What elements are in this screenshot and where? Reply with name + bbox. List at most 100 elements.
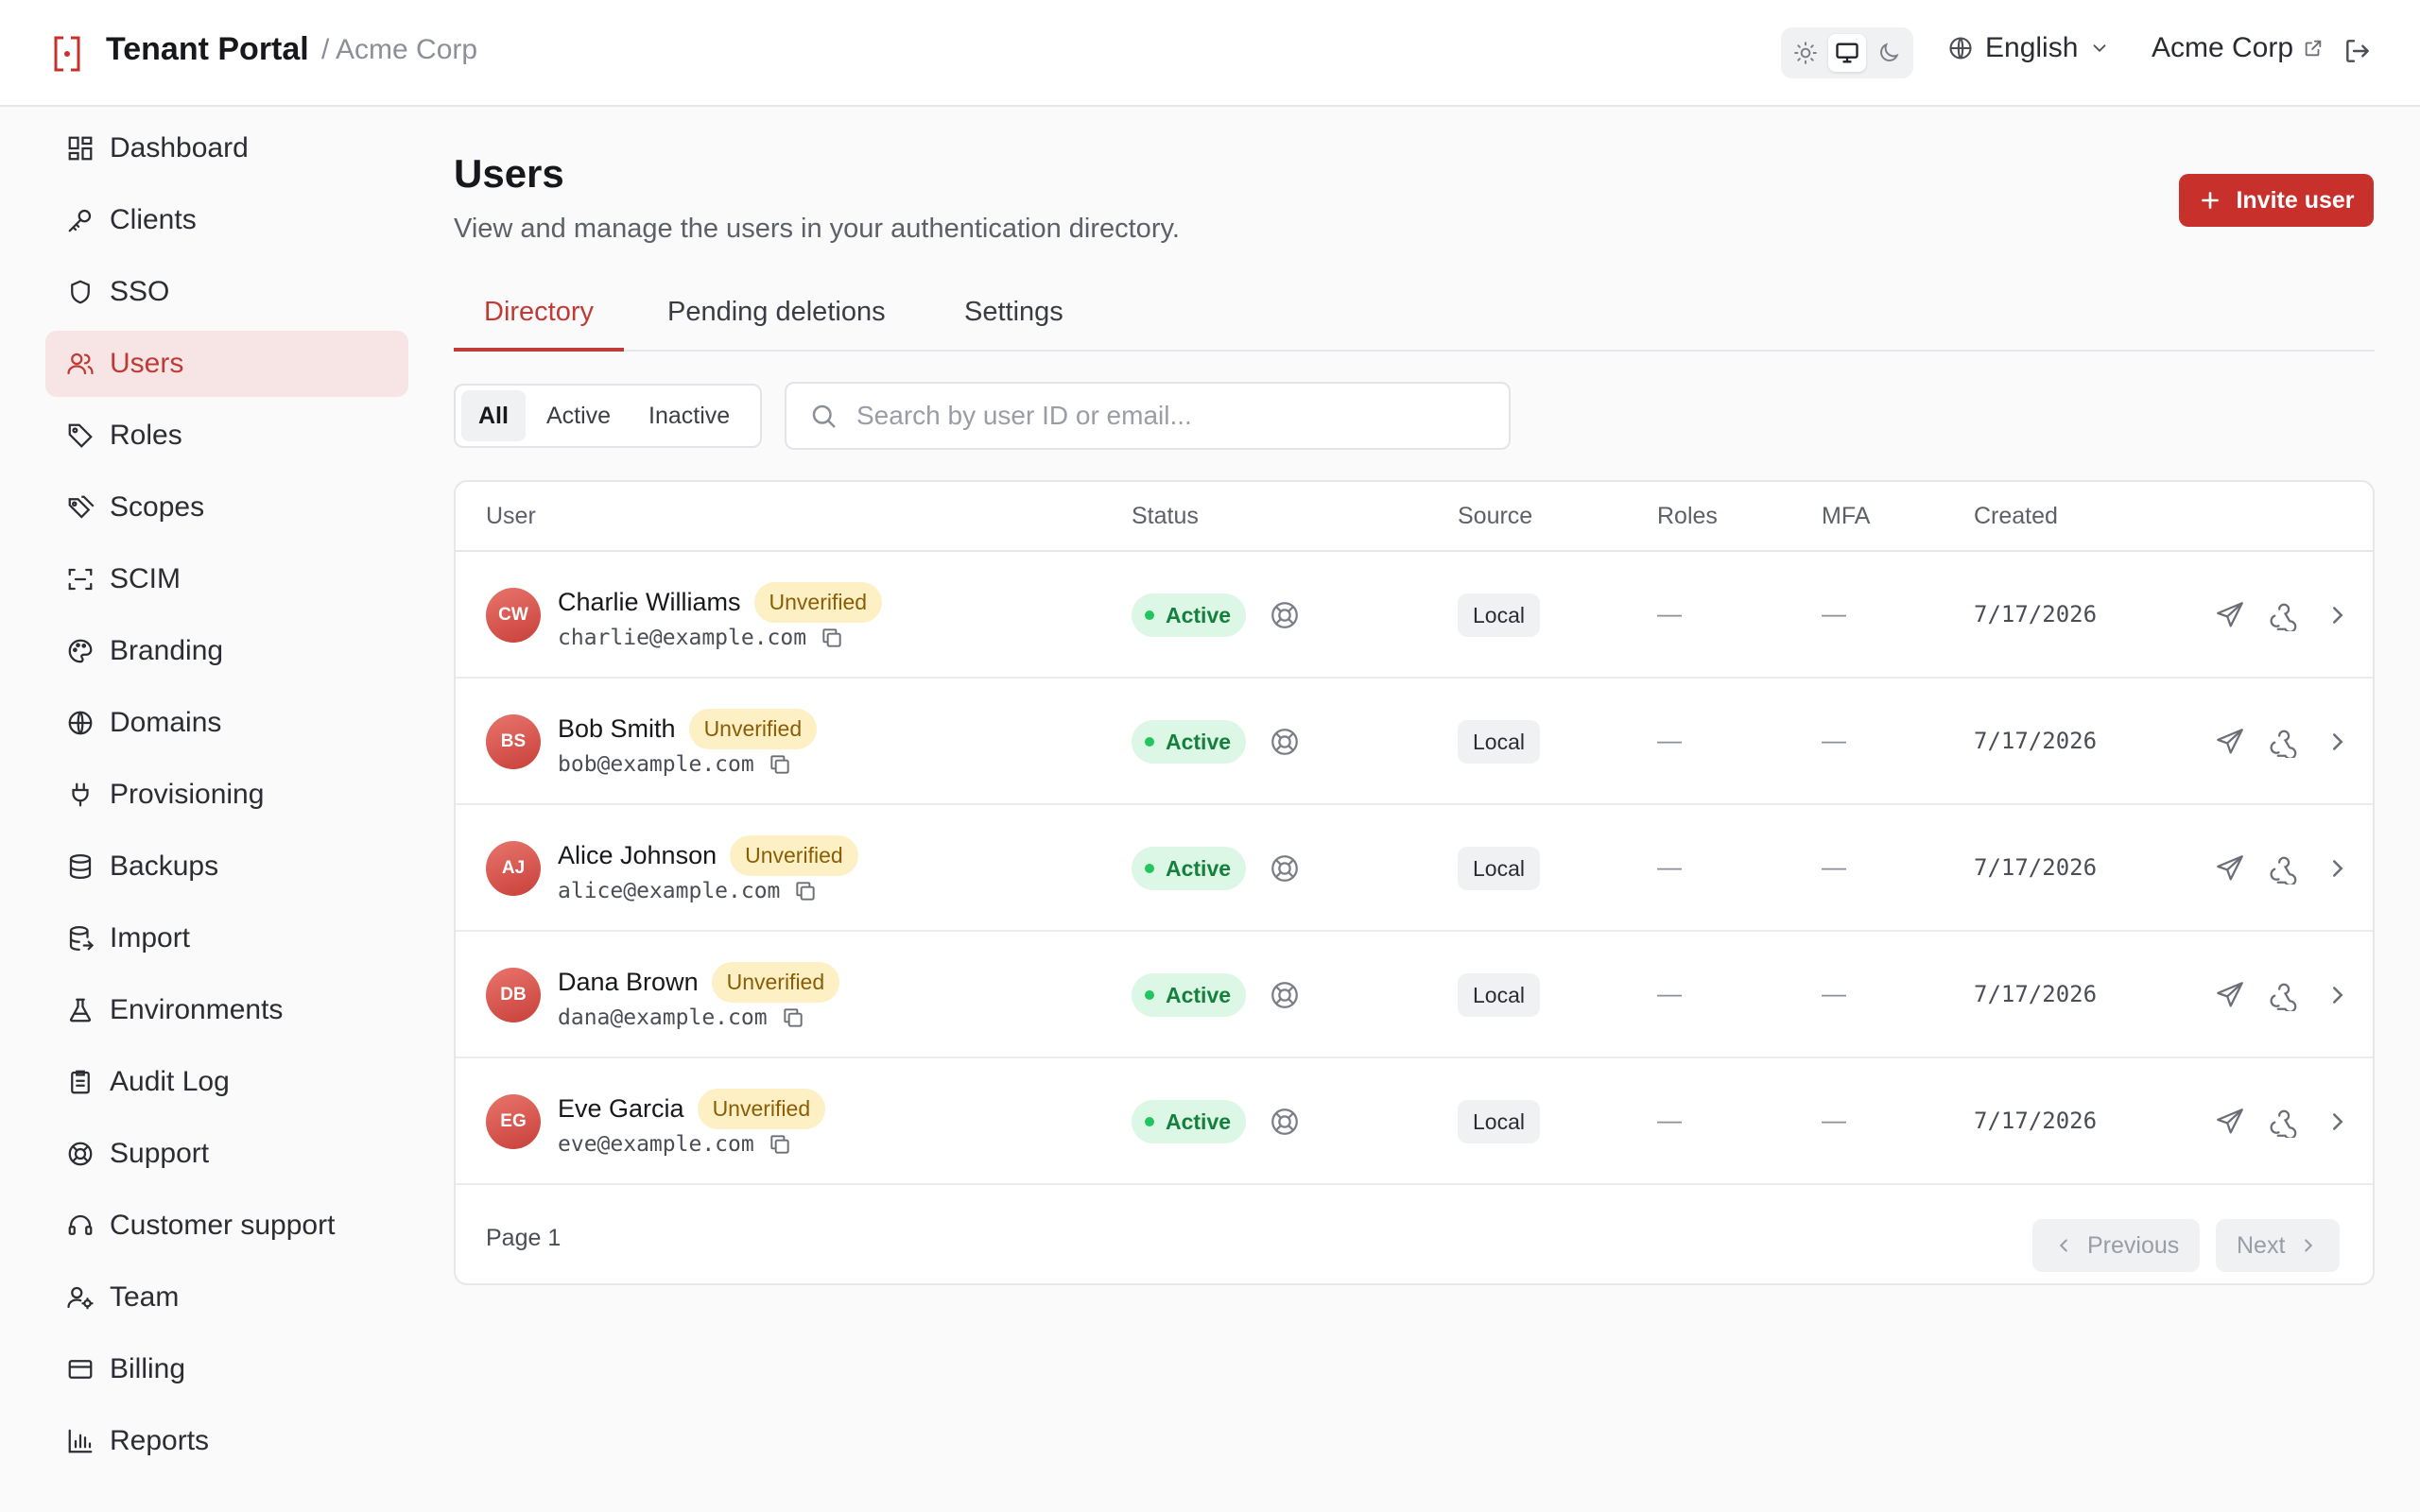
sidebar-item-team[interactable]: Team bbox=[45, 1264, 408, 1331]
sidebar-item-sso[interactable]: SSO bbox=[45, 259, 408, 325]
table-row[interactable]: BS Bob Smith Unverified bob@example.com … bbox=[456, 679, 2373, 805]
sidebar-item-support[interactable]: Support bbox=[45, 1121, 408, 1187]
webhook-icon[interactable] bbox=[2266, 979, 2298, 1011]
theme-dark-button[interactable] bbox=[1870, 34, 1908, 72]
chevron-down-icon bbox=[2093, 44, 2106, 53]
sidebar-item-scim[interactable]: SCIM bbox=[45, 546, 408, 612]
user-email-line: dana@example.com bbox=[558, 1005, 805, 1030]
sidebar-item-import[interactable]: Import bbox=[45, 905, 408, 971]
logout-button[interactable] bbox=[2342, 36, 2373, 66]
sidebar-item-billing[interactable]: Billing bbox=[45, 1336, 408, 1402]
org-external-link[interactable]: Acme Corp bbox=[2152, 32, 2324, 64]
search-input[interactable] bbox=[856, 401, 1461, 431]
sidebar-item-audit-log[interactable]: Audit Log bbox=[45, 1049, 408, 1115]
sidebar-item-environments[interactable]: Environments bbox=[45, 977, 408, 1043]
lifebuoy-icon[interactable] bbox=[1269, 599, 1301, 631]
sidebar-item-reports[interactable]: Reports bbox=[45, 1408, 408, 1474]
shield-icon bbox=[71, 280, 90, 304]
send-icon[interactable] bbox=[2214, 1106, 2246, 1138]
lifebuoy-icon[interactable] bbox=[1269, 979, 1301, 1011]
lifebuoy-icon[interactable] bbox=[1269, 1106, 1301, 1138]
globe-icon bbox=[68, 711, 93, 735]
database-import-icon bbox=[69, 926, 95, 951]
tab-pending-deletions[interactable]: Pending deletions bbox=[667, 297, 886, 352]
next-page-button[interactable]: Next bbox=[2216, 1219, 2341, 1272]
previous-page-button[interactable]: Previous bbox=[2032, 1219, 2201, 1272]
sidebar-item-branding[interactable]: Branding bbox=[45, 618, 408, 684]
sidebar-item-provisioning[interactable]: Provisioning bbox=[45, 762, 408, 828]
sidebar-item-users[interactable]: Users bbox=[45, 331, 408, 397]
user-name: Dana Brown bbox=[558, 968, 699, 996]
monitor-icon bbox=[1836, 43, 1858, 63]
sidebar-item-label: Team bbox=[110, 1281, 180, 1313]
lifebuoy-icon[interactable] bbox=[1269, 726, 1301, 758]
copy-icon[interactable] bbox=[768, 1132, 792, 1157]
webhook-icon[interactable] bbox=[2266, 852, 2298, 885]
webhook-icon[interactable] bbox=[2266, 599, 2298, 631]
send-icon[interactable] bbox=[2214, 852, 2246, 885]
copy-icon[interactable] bbox=[820, 626, 844, 650]
sidebar-item-label: Billing bbox=[110, 1353, 186, 1384]
status-label: Active bbox=[1166, 1108, 1232, 1134]
lifebuoy-icon[interactable] bbox=[1269, 852, 1301, 885]
webhook-icon[interactable] bbox=[2266, 726, 2298, 758]
user-name: Alice Johnson bbox=[558, 841, 717, 869]
mfa-value: — bbox=[1822, 599, 1846, 627]
plug-icon bbox=[72, 782, 89, 807]
send-icon[interactable] bbox=[2214, 726, 2246, 758]
invite-user-button[interactable]: Invite user bbox=[2179, 174, 2374, 227]
copy-icon[interactable] bbox=[793, 879, 818, 903]
table-row[interactable]: EG Eve Garcia Unverified eve@example.com… bbox=[456, 1058, 2373, 1185]
table-row[interactable]: DB Dana Brown Unverified dana@example.co… bbox=[456, 932, 2373, 1058]
lifebuoy-icon bbox=[68, 1142, 93, 1166]
filter-inactive-button[interactable]: Inactive bbox=[631, 390, 747, 441]
mfa-value: — bbox=[1822, 726, 1846, 754]
table-row[interactable]: AJ Alice Johnson Unverified alice@exampl… bbox=[456, 805, 2373, 932]
theme-light-button[interactable] bbox=[1787, 34, 1824, 72]
sidebar-item-customer-support[interactable]: Customer support bbox=[45, 1193, 408, 1259]
sidebar-item-label: Reports bbox=[110, 1425, 210, 1456]
created-date: 7/17/2026 bbox=[1974, 728, 2098, 754]
language-select[interactable]: English bbox=[1947, 32, 2110, 64]
filter-all-button[interactable]: All bbox=[461, 390, 526, 441]
send-icon[interactable] bbox=[2214, 979, 2246, 1011]
tab-directory[interactable]: Directory bbox=[454, 297, 625, 352]
avatar: DB bbox=[486, 968, 541, 1022]
webhook-icon[interactable] bbox=[2266, 1106, 2298, 1138]
sidebar-item-label: Customer support bbox=[110, 1210, 336, 1241]
column-header-roles: Roles bbox=[1657, 503, 1718, 529]
chevron-right-icon[interactable] bbox=[2324, 726, 2352, 758]
sidebar-item-backups[interactable]: Backups bbox=[45, 833, 408, 900]
sidebar-item-label: Environments bbox=[110, 994, 284, 1025]
roles-value: — bbox=[1657, 1106, 1682, 1134]
tag-icon bbox=[68, 423, 93, 448]
chevron-right-icon[interactable] bbox=[2324, 1106, 2352, 1138]
unverified-badge: Unverified bbox=[753, 582, 883, 623]
copy-icon[interactable] bbox=[768, 752, 792, 777]
chevron-right-icon[interactable] bbox=[2324, 979, 2352, 1011]
org-link-label: Acme Corp bbox=[2152, 32, 2294, 63]
chevron-right-icon[interactable] bbox=[2324, 599, 2352, 631]
mfa-value: — bbox=[1822, 852, 1846, 881]
sun-icon bbox=[1794, 42, 1817, 64]
send-icon[interactable] bbox=[2214, 599, 2246, 631]
table-header: User Status Source Roles MFA Created bbox=[456, 482, 2373, 552]
theme-system-button[interactable] bbox=[1828, 34, 1866, 72]
sidebar-item-domains[interactable]: Domains bbox=[45, 690, 408, 756]
chevron-right-icon[interactable] bbox=[2324, 852, 2352, 885]
table-footer: Page 1 Previous Next bbox=[456, 1189, 2373, 1283]
breadcrumb[interactable]: / Acme Corp bbox=[321, 34, 477, 66]
dashboard-icon bbox=[68, 136, 93, 161]
filter-active-button[interactable]: Active bbox=[529, 390, 628, 441]
sidebar-item-clients[interactable]: Clients bbox=[45, 187, 408, 253]
column-header-created: Created bbox=[1974, 503, 2058, 529]
table-row[interactable]: CW Charlie Williams Unverified charlie@e… bbox=[456, 552, 2373, 679]
sidebar-item-roles[interactable]: Roles bbox=[45, 403, 408, 469]
sidebar-item-dashboard[interactable]: Dashboard bbox=[45, 115, 408, 181]
plus-icon bbox=[2202, 192, 2220, 209]
copy-icon[interactable] bbox=[781, 1005, 805, 1030]
created-date: 7/17/2026 bbox=[1974, 601, 2098, 627]
tab-settings[interactable]: Settings bbox=[964, 297, 1063, 352]
column-header-status: Status bbox=[1132, 503, 1199, 529]
sidebar-item-scopes[interactable]: Scopes bbox=[45, 474, 408, 541]
